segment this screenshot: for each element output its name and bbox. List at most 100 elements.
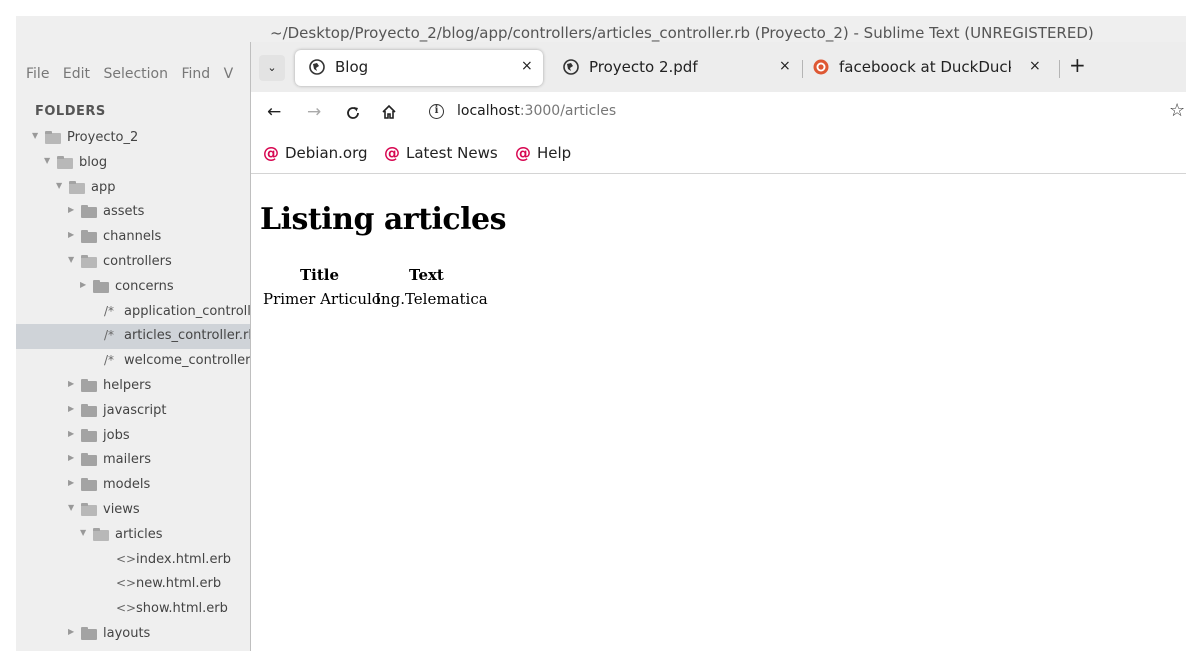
folder-icon — [81, 230, 97, 244]
tree-item[interactable]: <> show.html.erb — [16, 597, 250, 622]
collapsed-arrow-icon[interactable]: ▶ — [68, 404, 74, 413]
expanded-arrow-icon[interactable]: ▼ — [44, 156, 50, 165]
markup-file-icon: <> — [116, 601, 137, 616]
duckduckgo-icon — [813, 59, 829, 75]
menu-find[interactable]: Find — [181, 66, 210, 82]
tree-item[interactable]: ▶ javascript — [16, 399, 250, 424]
folder-icon — [81, 627, 97, 640]
tree-item[interactable]: /* welcome_controller. — [16, 349, 250, 374]
table-header-title: Title — [300, 266, 340, 284]
tree-item-label: concerns — [115, 278, 174, 294]
sublime-menu: File Edit Selection Find V — [26, 66, 242, 82]
tree-item-label: javascript — [103, 402, 167, 418]
debian-swirl-icon: @ — [384, 143, 400, 162]
tree-item-label: models — [103, 477, 151, 493]
browser-window: ⌄ Blog × Proyecto 2.pdf × faceboock at D… — [250, 42, 1186, 651]
tab-list-button[interactable]: ⌄ — [259, 55, 285, 81]
close-tab-icon[interactable]: × — [1029, 58, 1041, 74]
tree-item[interactable]: /* articles_controller.rb — [16, 324, 250, 350]
tree-item-label: layouts — [103, 626, 151, 641]
page-content: Listing articles Title Text Primer Artic… — [251, 175, 1186, 651]
tree-item[interactable]: /* application_controll — [16, 300, 250, 325]
tree-item[interactable]: <> new.html.erb — [16, 572, 250, 597]
tab-label: Blog — [335, 58, 369, 76]
markup-file-icon: <> — [116, 576, 137, 591]
tree-item-label: application_controll — [124, 303, 250, 319]
tree-item-label: articles_controller.rb — [124, 328, 250, 344]
tree-item-label: helpers — [103, 378, 152, 393]
tree-item[interactable]: ▶ helpers — [16, 374, 250, 399]
url-bar[interactable]: localhost:3000/articles — [457, 103, 616, 119]
collapsed-arrow-icon[interactable]: ▶ — [68, 478, 74, 487]
collapsed-arrow-icon[interactable]: ▶ — [68, 453, 74, 462]
tab-duckduckgo[interactable]: faceboock at DuckDuckG × — [803, 50, 1057, 86]
debian-swirl-icon: @ — [515, 143, 531, 162]
table-cell-text: Ing.Telematica — [375, 290, 488, 308]
tree-item[interactable]: ▼ views — [16, 498, 250, 523]
tree-item[interactable]: ▼ Proyecto_2 — [16, 126, 250, 151]
tree-item[interactable]: ▶ channels — [16, 225, 250, 250]
folder-icon — [69, 180, 85, 194]
tree-item[interactable]: ▶ assets — [16, 200, 250, 225]
tree-item[interactable]: ▶ jobs — [16, 424, 250, 449]
tree-item[interactable]: ▶ models — [16, 473, 250, 498]
expanded-arrow-icon[interactable]: ▼ — [56, 181, 62, 190]
bookmark-debian[interactable]: @ Debian.org — [263, 143, 368, 162]
tree-item[interactable]: ▼ app — [16, 176, 250, 201]
collapsed-arrow-icon[interactable]: ▶ — [68, 205, 74, 214]
tab-blog[interactable]: Blog × — [295, 50, 543, 86]
tree-item[interactable]: ▶ layouts — [16, 622, 250, 647]
site-info-icon[interactable]: i — [429, 104, 444, 119]
bookmark-latest-news[interactable]: @ Latest News — [384, 143, 498, 162]
tree-item[interactable]: ▼ blog — [16, 151, 250, 176]
collapsed-arrow-icon[interactable]: ▶ — [68, 379, 74, 388]
tab-bar: ⌄ Blog × Proyecto 2.pdf × faceboock at D… — [251, 42, 1186, 92]
tab-proyecto-pdf[interactable]: Proyecto 2.pdf × — [549, 50, 799, 86]
url-path: :3000/articles — [519, 103, 617, 119]
tree-item-label: blog — [79, 154, 108, 170]
tree-item[interactable]: <> index.html.erb — [16, 548, 250, 573]
new-tab-button[interactable]: + — [1069, 53, 1086, 77]
back-arrow-icon[interactable]: ← — [267, 102, 281, 122]
folder-icon — [81, 403, 97, 417]
expanded-arrow-icon[interactable]: ▼ — [32, 131, 38, 140]
tree-item[interactable]: ▼ articles — [16, 523, 250, 548]
tree-item[interactable]: ▶ mailers — [16, 448, 250, 473]
folders-heading: FOLDERS — [35, 104, 106, 119]
expanded-arrow-icon[interactable]: ▼ — [68, 255, 74, 264]
close-tab-icon[interactable]: × — [779, 58, 791, 74]
tree-item[interactable]: ▶ concerns — [16, 275, 250, 300]
code-file-icon: /* — [104, 328, 115, 343]
collapsed-arrow-icon[interactable]: ▶ — [80, 280, 86, 289]
close-tab-icon[interactable]: × — [521, 58, 533, 74]
tree-item-label: mailers — [103, 452, 151, 468]
bookmark-star-icon[interactable]: ☆ — [1169, 100, 1185, 121]
collapsed-arrow-icon[interactable]: ▶ — [68, 429, 74, 438]
debian-swirl-icon: @ — [263, 143, 279, 162]
expanded-arrow-icon[interactable]: ▼ — [68, 503, 74, 512]
reload-icon[interactable] — [345, 105, 361, 121]
folder-icon — [93, 527, 109, 541]
tree-item-label: new.html.erb — [136, 576, 222, 592]
forward-arrow-icon[interactable]: → — [307, 102, 321, 122]
collapsed-arrow-icon[interactable]: ▶ — [68, 230, 74, 239]
tree-item-label: show.html.erb — [136, 601, 228, 617]
menu-file[interactable]: File — [26, 66, 49, 82]
folder-icon — [81, 428, 97, 442]
sublime-window-title: ~/Desktop/Proyecto_2/blog/app/controller… — [270, 24, 1094, 42]
menu-selection[interactable]: Selection — [103, 66, 168, 82]
bookmark-help[interactable]: @ Help — [515, 143, 571, 162]
bookmark-label: Debian.org — [285, 144, 368, 162]
tree-item-label: index.html.erb — [136, 551, 232, 567]
navigation-bar: ← → i localhost:3000/articles ☆ — [251, 92, 1186, 134]
expanded-arrow-icon[interactable]: ▼ — [80, 528, 86, 537]
table-header-text: Text — [409, 266, 444, 284]
table-cell-title: Primer Articulo — [263, 290, 381, 308]
home-icon[interactable] — [381, 104, 397, 120]
tab-label: faceboock at DuckDuckG — [839, 58, 1011, 76]
tree-item[interactable]: ▼ controllers — [16, 250, 250, 275]
url-host: localhost — [457, 103, 520, 119]
menu-edit[interactable]: Edit — [63, 66, 90, 82]
menu-view[interactable]: V — [224, 66, 234, 82]
collapsed-arrow-icon[interactable]: ▶ — [68, 627, 74, 636]
